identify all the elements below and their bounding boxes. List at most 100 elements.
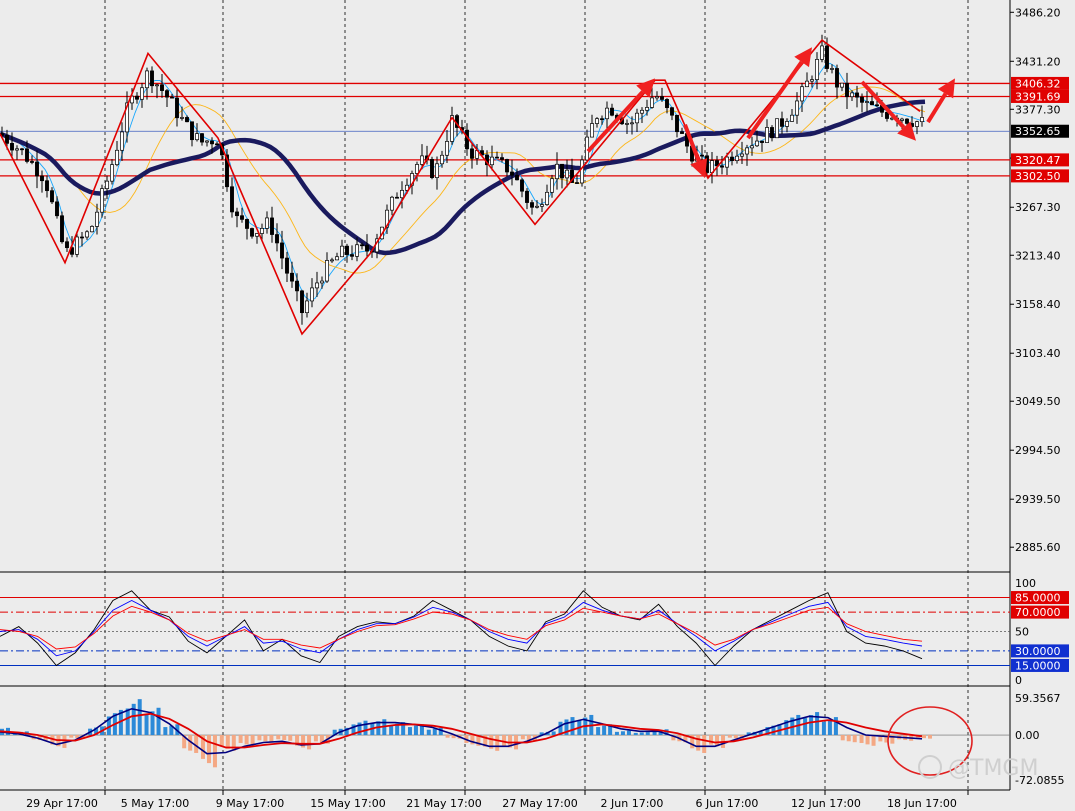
candle-body [755, 140, 759, 147]
stoch-tick-label: 0 [1015, 674, 1022, 687]
candle-body [85, 231, 89, 238]
candle-body [525, 190, 529, 203]
price-level-label: 3320.47 [1015, 154, 1061, 167]
candle-body [305, 300, 309, 314]
macd-histogram-bar [432, 728, 437, 736]
candle-body [260, 228, 264, 234]
candle-body [670, 107, 674, 116]
candle-body [830, 68, 834, 70]
y-tick-label: 2885.60 [1015, 541, 1061, 554]
watermark: @TMGM [948, 756, 1038, 781]
candle-body [590, 123, 594, 138]
candle-body [750, 145, 754, 149]
y-tick-label: 3158.40 [1015, 298, 1061, 311]
candle-body [865, 101, 869, 103]
macd-tick-label: 0.00 [1015, 729, 1040, 742]
macd-histogram-bar [156, 707, 161, 736]
y-tick-label: 3213.40 [1015, 249, 1061, 262]
macd-histogram-bar [922, 735, 926, 739]
candle-body [650, 97, 654, 108]
macd-histogram-bar [709, 735, 714, 745]
candle-body [850, 92, 854, 98]
macd-histogram-bar [702, 735, 707, 753]
candle-body [110, 164, 114, 182]
x-tick-label: 18 Jun 17:00 [887, 797, 957, 810]
candle-body [510, 171, 514, 176]
candle-body [505, 159, 509, 173]
stoch-level-label: 85.0000 [1015, 592, 1061, 605]
stoch-level-label: 70.0000 [1015, 606, 1061, 619]
candle-body [245, 219, 249, 229]
y-tick-label: 2994.50 [1015, 444, 1061, 457]
candle-body [40, 175, 44, 182]
candle-body [550, 178, 554, 193]
y-tick-label: 3377.30 [1015, 103, 1061, 116]
candle-body [920, 117, 924, 123]
candle-body [805, 80, 809, 88]
candle-body [320, 280, 324, 284]
stoch-tick-label: 50 [1015, 626, 1029, 639]
candle-body [5, 135, 9, 144]
candle-body [45, 180, 49, 192]
candle-body [160, 84, 164, 91]
candle-body [275, 234, 279, 244]
macd-histogram-bar [520, 735, 525, 740]
candle-body [840, 82, 844, 88]
price-level-label: 3302.50 [1015, 170, 1061, 183]
candle-body [310, 287, 314, 302]
candle-body [330, 259, 334, 262]
macd-histogram-bar [733, 735, 738, 739]
candle-body [180, 117, 184, 119]
macd-histogram-bar [727, 735, 732, 738]
candle-body [315, 282, 319, 289]
candle-body [610, 107, 614, 116]
macd-histogram-bar [626, 730, 631, 736]
macd-histogram-bar [614, 731, 619, 736]
x-tick-label: 15 May 17:00 [310, 797, 385, 810]
candle-body [300, 290, 304, 314]
candle-body [630, 122, 634, 125]
macd-histogram-bar [313, 735, 318, 742]
candle-body [600, 118, 604, 121]
candle-body [530, 202, 534, 208]
x-tick-label: 21 May 17:00 [406, 797, 481, 810]
macd-histogram-bar [821, 721, 826, 736]
candle-body [55, 201, 59, 217]
candle-body [335, 256, 339, 261]
candle-body [645, 107, 649, 111]
candle-body [680, 131, 684, 134]
candle-body [575, 182, 579, 184]
macd-histogram-bar [815, 712, 820, 736]
candle-body [270, 217, 274, 235]
price-level-label: 3391.69 [1015, 90, 1061, 103]
candle-body [155, 84, 159, 87]
y-tick-label: 3049.50 [1015, 395, 1061, 408]
candle-body [185, 117, 189, 123]
candle-body [230, 186, 234, 213]
candle-body [675, 114, 679, 133]
candle-body [20, 148, 24, 151]
macd-histogram-bar [639, 732, 644, 736]
candle-body [285, 257, 289, 274]
candle-body [30, 161, 34, 163]
candle-body [325, 260, 329, 282]
macd-histogram-bar [809, 715, 814, 736]
macd-histogram-bar [276, 735, 281, 740]
candle-body [280, 242, 284, 259]
macd-histogram-bar [645, 732, 650, 736]
macd-histogram-bar [852, 735, 857, 743]
macd-histogram-bar [163, 727, 168, 736]
macd-histogram-bar [871, 735, 876, 746]
candle-body [870, 101, 874, 106]
candle-body [50, 190, 54, 203]
candle-body [775, 118, 779, 139]
candle-body [540, 204, 544, 207]
macd-histogram-bar [244, 735, 249, 745]
candle-body [790, 114, 794, 122]
candle-body [290, 272, 294, 282]
candle-body [845, 82, 849, 98]
candle-body [175, 97, 179, 119]
candle-body [665, 99, 669, 109]
candle-body [350, 254, 354, 257]
macd-histogram-bar [696, 735, 701, 751]
